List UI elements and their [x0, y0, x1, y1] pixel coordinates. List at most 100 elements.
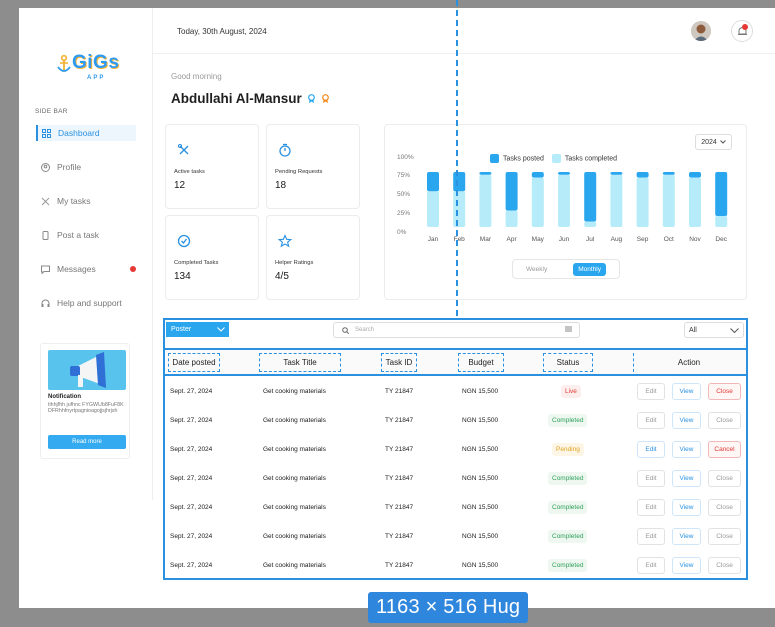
close-button[interactable]: Close [708, 383, 741, 400]
bar-tasks-completed [558, 174, 570, 227]
avatar-image [691, 21, 711, 41]
close-button[interactable]: Close [708, 528, 741, 545]
cell-task-id: TY 21847 [385, 533, 414, 540]
greeting-text: Good morning [171, 72, 222, 81]
cell-date: Sept. 27, 2024 [170, 417, 213, 424]
x-tick-label: Mar [480, 236, 492, 243]
weekly-toggle-button[interactable]: Weekly [526, 266, 547, 273]
edit-button[interactable]: Edit [637, 441, 665, 458]
sidebar-item-help[interactable]: Help and support [41, 296, 122, 310]
bar-tasks-posted [505, 172, 518, 211]
edit-button[interactable]: Edit [637, 383, 665, 400]
x-tick-label: May [532, 236, 545, 243]
stat-label: Active tasks [174, 169, 205, 175]
status-badge: Completed [548, 530, 588, 543]
bar-chart: 100%75%50%25%0%Jan Feb Mar Apr May Jun Jul Aug S… [397, 154, 728, 243]
sidebar-item-profile[interactable]: Profile [41, 160, 81, 174]
cell-budget: NGN 15,500 [462, 475, 499, 482]
avatar[interactable] [691, 21, 711, 41]
x-tick-label: Dec [715, 236, 727, 243]
y-tick-label: 0% [397, 229, 407, 236]
sidebar-item-my-tasks[interactable]: My tasks [41, 194, 91, 208]
cancel-button[interactable]: Cancel [708, 441, 741, 458]
edit-button[interactable]: Edit [637, 528, 665, 545]
unread-badge [130, 266, 136, 272]
bar-tasks-posted [636, 172, 649, 178]
view-button[interactable]: View [672, 383, 701, 400]
notification-dot [742, 24, 748, 30]
bar-tasks-completed [427, 191, 439, 227]
monthly-toggle-button[interactable]: Monthly [573, 262, 606, 276]
edit-button[interactable]: Edit [637, 412, 665, 429]
column-header-budget[interactable]: Budget [458, 353, 504, 372]
bar-tasks-completed [636, 177, 649, 227]
x-tick-label: Jun [559, 236, 570, 243]
x-tick-label: Sep [637, 236, 649, 243]
cell-date: Sept. 27, 2024 [170, 446, 213, 453]
cell-date: Sept. 27, 2024 [170, 533, 213, 540]
cell-task-id: TY 21847 [385, 417, 414, 424]
bar-tasks-completed [715, 216, 728, 227]
cell-budget: NGN 15,500 [462, 388, 499, 395]
sidebar-item-label: Profile [57, 162, 82, 172]
status-badge: Completed [548, 559, 588, 572]
check-badge-icon [177, 234, 191, 248]
view-button[interactable]: View [672, 528, 701, 545]
close-button[interactable]: Close [708, 470, 741, 487]
column-header-status[interactable]: Status [543, 353, 593, 372]
x-tick-label: Jan [428, 236, 439, 243]
column-header-date[interactable]: Date posted [168, 353, 220, 372]
verified-badge-icon [307, 94, 315, 103]
status-badge: Live [561, 385, 581, 398]
edit-button[interactable]: Edit [637, 557, 665, 574]
x-tick-label: Aug [611, 236, 623, 243]
edit-button[interactable]: Edit [637, 499, 665, 516]
close-button[interactable]: Close [708, 557, 741, 574]
table-row: Sept. 27, 2024 Get cooking materials TY 21… [165, 465, 746, 494]
cell-title: Get cooking materials [263, 533, 326, 540]
table-row: Sept. 27, 2024 Get cooking materials TY 21… [165, 523, 746, 552]
bar-tasks-posted [453, 172, 466, 192]
notifications-button[interactable] [731, 20, 753, 42]
cell-budget: NGN 15,500 [462, 446, 499, 453]
bar-tasks-posted [531, 172, 544, 178]
read-more-button[interactable]: Read more [48, 435, 126, 449]
stat-label: Helper Ratings [275, 260, 314, 266]
tools-icon [178, 144, 189, 155]
sidebar-item-post-a-task[interactable]: Post a task [41, 228, 99, 242]
stat-value: 4/5 [275, 271, 289, 282]
y-tick-label: 25% [397, 210, 410, 217]
bar-tasks-completed [479, 174, 492, 227]
search-input[interactable]: Search [333, 322, 580, 338]
top-header: Today, 30th August, 2024 [153, 8, 775, 54]
search-icon [342, 326, 349, 334]
filter-icon[interactable] [565, 326, 572, 332]
header-date: Today, 30th August, 2024 [177, 27, 267, 36]
view-button[interactable]: View [672, 441, 701, 458]
grid-icon [42, 128, 51, 138]
view-button[interactable]: View [672, 557, 701, 574]
timer-icon [279, 143, 291, 157]
close-button[interactable]: Close [708, 499, 741, 516]
bar-tasks-completed [453, 191, 466, 227]
status-filter-select[interactable]: All [684, 322, 744, 338]
view-button[interactable]: View [672, 412, 701, 429]
bar-tasks-completed [662, 174, 675, 227]
search-placeholder: Search [355, 327, 375, 333]
close-button[interactable]: Close [708, 412, 741, 429]
poster-select[interactable]: Poster [166, 322, 229, 337]
bar-tasks-posted [558, 172, 570, 175]
column-header-title[interactable]: Task Title [259, 353, 341, 372]
sidebar-item-dashboard[interactable]: Dashboard [36, 125, 136, 141]
x-tick-label: Nov [689, 236, 701, 243]
bar-tasks-posted [610, 172, 623, 175]
stat-label: Completed Tasks [174, 260, 219, 266]
poster-select-value: Poster [171, 326, 192, 333]
sidebar-item-messages[interactable]: Messages [41, 262, 136, 276]
column-header-task-id[interactable]: Task ID [381, 353, 417, 372]
logo-word: GiGs [72, 52, 120, 73]
view-button[interactable]: View [672, 470, 701, 487]
edit-button[interactable]: Edit [637, 470, 665, 487]
view-button[interactable]: View [672, 499, 701, 516]
stat-value: 134 [174, 271, 191, 282]
